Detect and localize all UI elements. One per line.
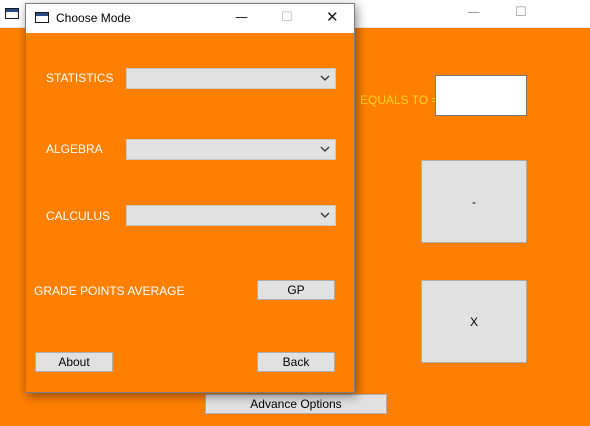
close-icon[interactable]: ✕ xyxy=(326,7,339,27)
minimize-icon[interactable]: — xyxy=(467,3,480,23)
result-field[interactable] xyxy=(435,75,527,116)
maximize-icon[interactable]: ☐ xyxy=(515,3,527,23)
chevron-down-icon xyxy=(320,75,330,81)
equals-label: EQUALS TO = xyxy=(360,93,439,107)
minimize-icon[interactable]: — xyxy=(235,8,248,28)
calculus-select[interactable] xyxy=(126,205,336,226)
multiply-button[interactable]: X xyxy=(421,280,527,363)
gp-button[interactable]: GP xyxy=(257,280,335,300)
chevron-down-icon xyxy=(320,212,330,218)
statistics-select[interactable] xyxy=(126,68,336,89)
calculus-label: CALCULUS xyxy=(46,209,111,223)
algebra-label: ALGEBRA xyxy=(46,142,103,156)
back-button[interactable]: Back xyxy=(257,352,335,372)
about-button[interactable]: About xyxy=(35,352,113,372)
maximize-icon[interactable]: ☐ xyxy=(281,8,293,28)
statistics-label: STATISTICS xyxy=(46,71,114,85)
advance-options-button[interactable]: Advance Options xyxy=(205,394,387,414)
gpa-label: GRADE POINTS AVERAGE xyxy=(34,284,185,298)
chevron-down-icon xyxy=(320,146,330,152)
app-icon xyxy=(5,8,19,19)
algebra-select[interactable] xyxy=(126,139,336,160)
choose-mode-dialog: Choose Mode — ☐ ✕ STATISTICS ALGEBRA CAL… xyxy=(25,3,355,393)
dialog-app-icon xyxy=(35,12,49,23)
minus-button[interactable]: - xyxy=(421,160,527,243)
dialog-titlebar[interactable]: Choose Mode — ☐ ✕ xyxy=(26,4,354,33)
dialog-title: Choose Mode xyxy=(56,11,131,25)
